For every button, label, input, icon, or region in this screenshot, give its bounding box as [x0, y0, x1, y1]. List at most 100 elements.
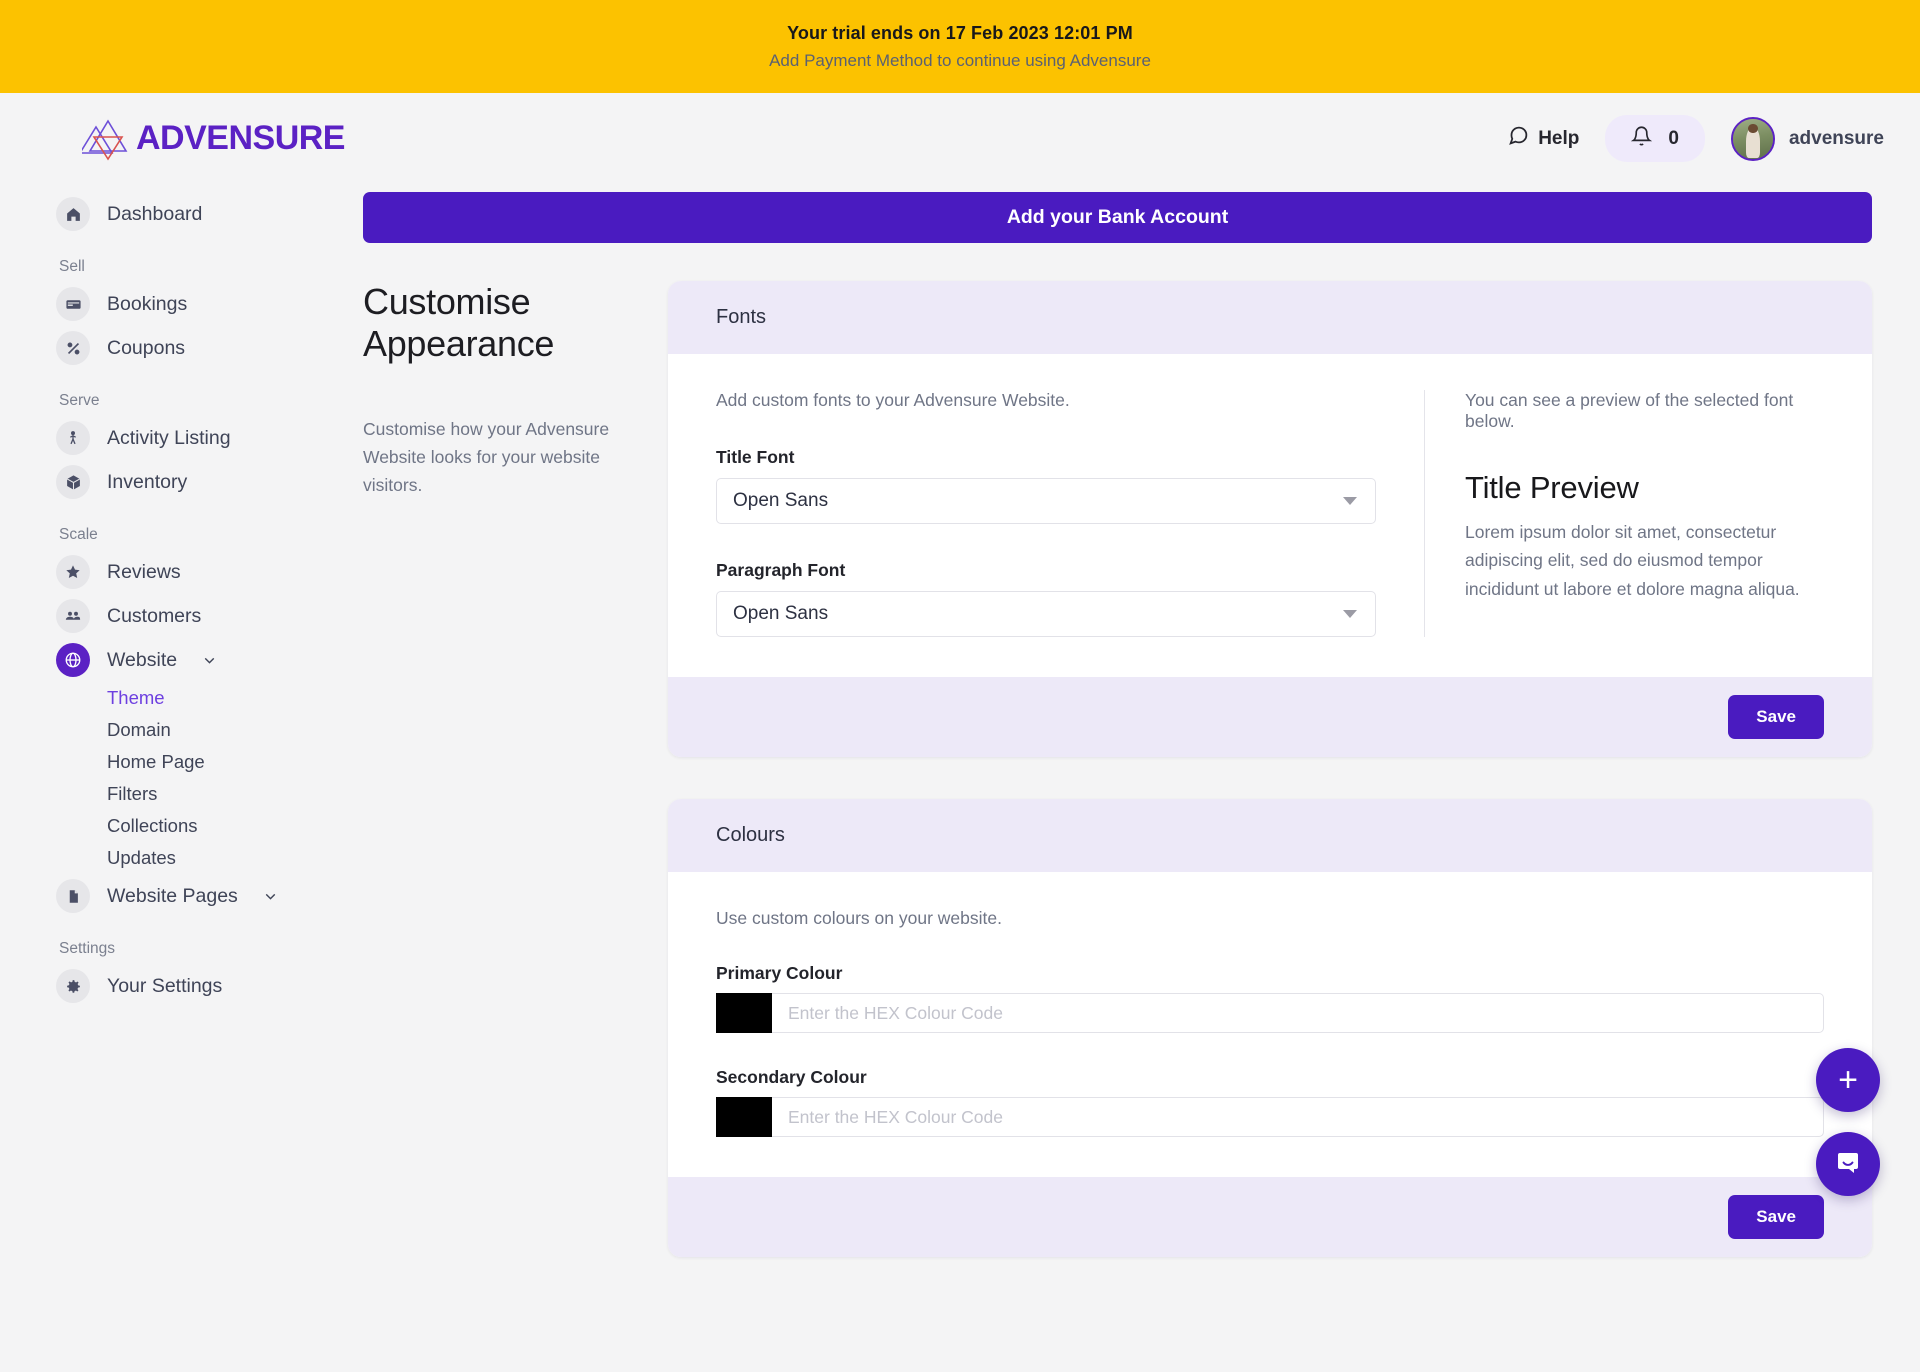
sidebar-item-reviews[interactable]: Reviews	[56, 550, 363, 594]
fonts-form: Add custom fonts to your Advensure Websi…	[716, 390, 1424, 637]
box-icon	[56, 465, 90, 499]
sidebar-item-bookings[interactable]: Bookings	[56, 282, 363, 326]
percent-icon	[56, 331, 90, 365]
sidebar-item-your-settings[interactable]: Your Settings	[56, 964, 363, 1008]
trial-banner-subtitle[interactable]: Add Payment Method to continue using Adv…	[769, 51, 1151, 71]
sidebar-group-scale: Scale	[59, 526, 98, 543]
brand-logo[interactable]: ADVENSURE	[78, 113, 345, 165]
fonts-card-body: Add custom fonts to your Advensure Websi…	[668, 354, 1872, 677]
primary-colour-label: Primary Colour	[716, 963, 843, 983]
fonts-card-footer: Save	[668, 677, 1872, 757]
sidebar-item-dashboard[interactable]: Dashboard	[56, 192, 363, 236]
brand-name: ADVENSURE	[136, 119, 345, 157]
secondary-colour-input[interactable]	[772, 1097, 1824, 1137]
sidebar-item-label: Customers	[107, 604, 202, 627]
fonts-card-heading: Fonts	[668, 281, 1872, 354]
notifications-button[interactable]: 0	[1605, 115, 1705, 162]
sidebar-item-website-pages[interactable]: Website Pages	[56, 874, 363, 918]
secondary-colour-row	[716, 1097, 1824, 1137]
notification-count: 0	[1668, 127, 1679, 149]
paragraph-font-label: Paragraph Font	[716, 560, 846, 580]
fonts-hint: Add custom fonts to your Advensure Websi…	[716, 390, 1070, 410]
fonts-card: Fonts Add custom fonts to your Advensure…	[668, 281, 1872, 757]
sidebar-item-label: Website Pages	[107, 884, 238, 907]
add-fab-button[interactable]: +	[1816, 1048, 1880, 1112]
avatar	[1730, 116, 1775, 161]
top-bar: ADVENSURE Help 0 advensure	[0, 93, 1920, 184]
sidebar: Dashboard Sell Bookings Coupons Serve Ac…	[0, 184, 363, 1257]
paragraph-font-value: Open Sans	[733, 603, 829, 624]
sidebar-group-sell: Sell	[59, 258, 85, 275]
sidebar-item-label: Activity Listing	[107, 426, 231, 449]
page-layout: Dashboard Sell Bookings Coupons Serve Ac…	[0, 184, 1920, 1257]
colours-hint: Use custom colours on your website.	[716, 908, 1002, 928]
chevron-down-icon	[1343, 610, 1357, 618]
sidebar-item-label: Reviews	[107, 560, 181, 583]
content-row: Customise Appearance Customise how your …	[363, 281, 1872, 1257]
bell-icon	[1631, 125, 1653, 152]
gear-icon	[56, 969, 90, 1003]
preview-title: Title Preview	[1465, 470, 1639, 505]
page-description: Customise how your Advensure Website loo…	[363, 418, 610, 496]
sidebar-item-label: Inventory	[107, 470, 188, 493]
colours-card-footer: Save	[668, 1177, 1872, 1257]
secondary-colour-label: Secondary Colour	[716, 1067, 867, 1087]
primary-colour-input[interactable]	[772, 993, 1824, 1033]
preview-hint: You can see a preview of the selected fo…	[1465, 390, 1794, 431]
people-icon	[56, 599, 90, 633]
font-preview-panel: You can see a preview of the selected fo…	[1424, 390, 1824, 637]
document-icon	[56, 879, 90, 913]
primary-colour-swatch[interactable]	[716, 993, 772, 1033]
sidebar-item-inventory[interactable]: Inventory	[56, 460, 363, 504]
help-button[interactable]: Help	[1508, 125, 1579, 152]
sidebar-item-label: Website	[107, 648, 178, 671]
walking-person-icon	[56, 421, 90, 455]
sidebar-item-label: Coupons	[107, 336, 186, 359]
save-colours-button[interactable]: Save	[1728, 1195, 1824, 1239]
cards-column: Fonts Add custom fonts to your Advensure…	[668, 281, 1872, 1257]
sidebar-item-label: Your Settings	[107, 974, 223, 997]
sidebar-item-coupons[interactable]: Coupons	[56, 326, 363, 370]
title-font-value: Open Sans	[733, 490, 829, 511]
sidebar-subitem-domain[interactable]: Domain	[56, 714, 363, 746]
colours-card-heading: Colours	[668, 799, 1872, 872]
sidebar-item-website[interactable]: Website	[56, 638, 363, 682]
chevron-down-icon	[1343, 497, 1357, 505]
save-fonts-button[interactable]: Save	[1728, 695, 1824, 739]
globe-icon	[56, 643, 90, 677]
user-menu[interactable]: advensure	[1730, 116, 1884, 161]
sidebar-item-label: Dashboard	[107, 202, 203, 225]
sidebar-item-label: Bookings	[107, 292, 188, 315]
secondary-colour-swatch[interactable]	[716, 1097, 772, 1137]
chat-bubble-icon	[1508, 125, 1529, 152]
add-bank-account-button[interactable]: Add your Bank Account	[363, 192, 1872, 243]
primary-colour-row	[716, 993, 1824, 1033]
title-font-select[interactable]: Open Sans	[716, 478, 1376, 524]
sidebar-subitem-updates[interactable]: Updates	[56, 842, 363, 874]
trial-banner: Your trial ends on 17 Feb 2023 12:01 PM …	[0, 0, 1920, 93]
sidebar-subitem-home-page[interactable]: Home Page	[56, 746, 363, 778]
title-font-label: Title Font	[716, 447, 795, 467]
chevron-down-icon[interactable]	[262, 888, 279, 905]
main-content: Add your Bank Account Customise Appearan…	[363, 184, 1920, 1257]
sidebar-item-customers[interactable]: Customers	[56, 594, 363, 638]
help-label: Help	[1538, 127, 1580, 149]
chat-smile-icon	[1832, 1146, 1864, 1183]
sidebar-item-activity-listing[interactable]: Activity Listing	[56, 416, 363, 460]
plus-icon: +	[1838, 1061, 1858, 1099]
top-bar-actions: Help 0 advensure	[1508, 115, 1884, 162]
page-title: Customise Appearance	[363, 281, 555, 364]
star-icon	[56, 555, 90, 589]
sidebar-subitem-collections[interactable]: Collections	[56, 810, 363, 842]
chat-fab-button[interactable]	[1816, 1132, 1880, 1196]
preview-body: Lorem ipsum dolor sit amet, consectetur …	[1465, 522, 1800, 599]
sidebar-subitem-theme[interactable]: Theme	[56, 682, 363, 714]
home-icon	[56, 197, 90, 231]
sidebar-subitem-filters[interactable]: Filters	[56, 778, 363, 810]
card-icon	[56, 287, 90, 321]
colours-card-body: Use custom colours on your website. Prim…	[668, 872, 1872, 1177]
chevron-down-icon[interactable]	[201, 652, 218, 669]
sidebar-group-settings: Settings	[59, 940, 116, 957]
page-intro: Customise Appearance Customise how your …	[363, 281, 668, 1257]
paragraph-font-select[interactable]: Open Sans	[716, 591, 1376, 637]
